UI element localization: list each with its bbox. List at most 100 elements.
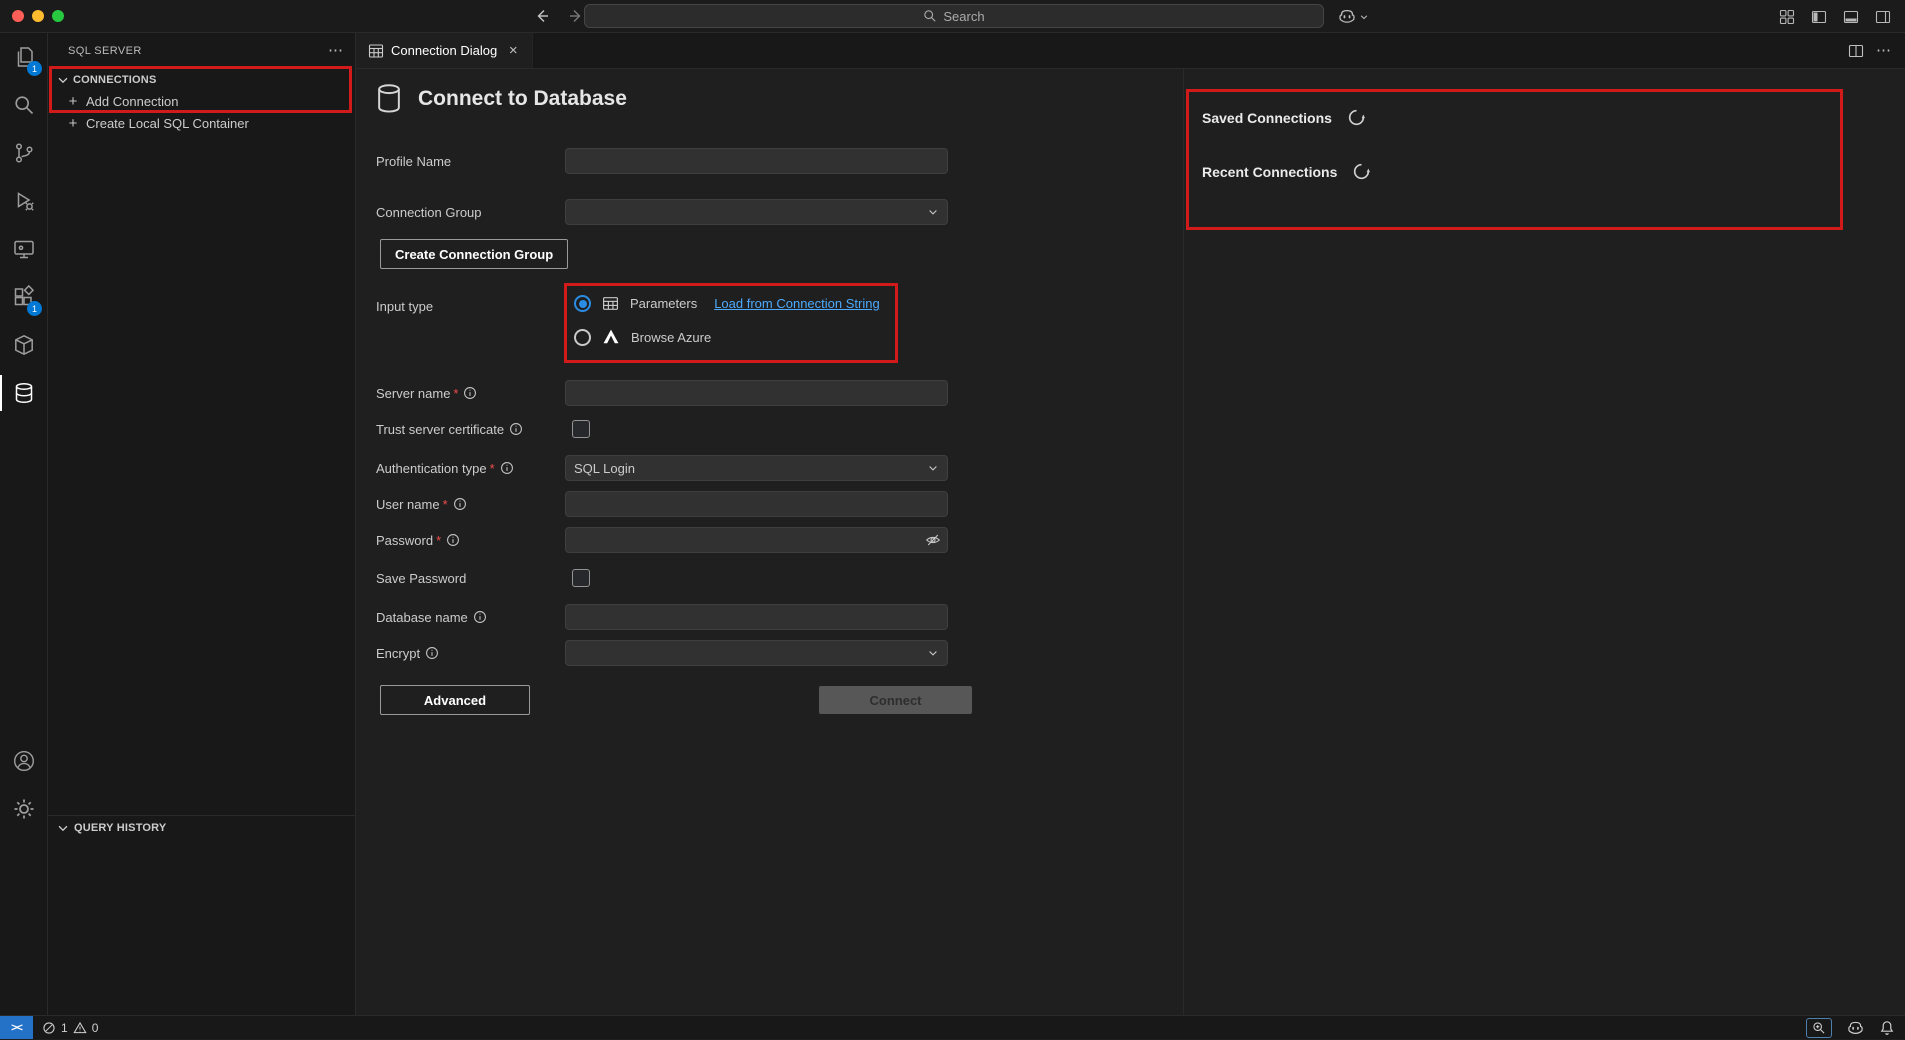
password-input[interactable] xyxy=(565,527,948,553)
connections-section-header[interactable]: CONNECTIONS xyxy=(48,69,355,91)
user-name-input[interactable] xyxy=(565,491,948,517)
copilot-icon[interactable] xyxy=(1847,1020,1864,1037)
chevron-down-icon xyxy=(56,73,70,87)
tab-connection-dialog[interactable]: Connection Dialog × xyxy=(356,33,533,68)
query-history-section-header[interactable]: QUERY HISTORY xyxy=(48,815,355,839)
connect-button[interactable]: Connect xyxy=(819,686,972,714)
search-icon xyxy=(923,9,937,23)
connection-group-label: Connection Group xyxy=(376,205,565,220)
query-history-label: QUERY HISTORY xyxy=(74,822,166,834)
parameters-radio-label: Parameters xyxy=(630,296,697,311)
refresh-icon[interactable] xyxy=(1348,109,1365,126)
authentication-type-label: Authentication type* xyxy=(376,461,565,476)
source-control-icon xyxy=(12,141,36,165)
run-debug-icon xyxy=(12,189,36,213)
info-icon xyxy=(446,533,460,547)
save-password-label: Save Password xyxy=(376,571,565,586)
more-actions-icon[interactable]: ⋯ xyxy=(1876,43,1891,58)
activity-remote-explorer[interactable] xyxy=(0,225,47,273)
toggle-secondary-sidebar-icon[interactable] xyxy=(1871,5,1895,29)
activity-sql-server[interactable] xyxy=(0,369,47,417)
sql-server-sidebar: SQL SERVER ⋯ CONNECTIONS + Add Connectio… xyxy=(48,33,356,1015)
close-icon[interactable]: × xyxy=(504,42,522,60)
customize-layout-icon[interactable] xyxy=(1775,5,1799,29)
account-icon xyxy=(12,749,36,773)
activity-search[interactable] xyxy=(0,81,47,129)
encrypt-select[interactable] xyxy=(565,640,948,666)
maximize-window-button[interactable] xyxy=(52,10,64,22)
chevron-down-icon xyxy=(927,206,939,218)
info-icon xyxy=(509,422,523,436)
add-icon: + xyxy=(66,116,80,131)
command-center-search[interactable]: Search xyxy=(584,4,1324,28)
save-password-checkbox[interactable] xyxy=(572,569,590,587)
close-window-button[interactable] xyxy=(12,10,24,22)
bell-icon[interactable] xyxy=(1879,1020,1895,1036)
chevron-down-icon xyxy=(1359,12,1369,22)
chevron-down-icon xyxy=(927,647,939,659)
sidebar-title: SQL SERVER xyxy=(68,45,328,57)
activity-bar: 1 1 xyxy=(0,33,48,1015)
parameters-table-icon xyxy=(602,295,619,312)
tab-bar: Connection Dialog × ⋯ xyxy=(356,33,1905,69)
info-icon xyxy=(473,610,487,624)
zoom-status-item[interactable] xyxy=(1806,1018,1832,1038)
authentication-type-select[interactable]: SQL Login xyxy=(565,455,948,481)
more-actions-icon[interactable]: ⋯ xyxy=(328,43,343,58)
activity-containers[interactable] xyxy=(0,321,47,369)
server-name-label: Server name* xyxy=(376,386,565,401)
toggle-panel-icon[interactable] xyxy=(1839,5,1863,29)
load-connection-string-link[interactable]: Load from Connection String xyxy=(714,296,879,311)
activity-accounts[interactable] xyxy=(0,737,47,785)
toggle-primary-sidebar-icon[interactable] xyxy=(1807,5,1831,29)
refresh-icon[interactable] xyxy=(1353,163,1370,180)
browse-azure-radio[interactable] xyxy=(574,329,591,346)
copilot-icon xyxy=(1338,8,1356,26)
activity-run-debug[interactable] xyxy=(0,177,47,225)
recent-connections-title: Recent Connections xyxy=(1202,164,1337,180)
sidebar-item-create-local-sql-container[interactable]: + Create Local SQL Container xyxy=(48,112,355,134)
authentication-type-value: SQL Login xyxy=(574,461,635,476)
database-icon xyxy=(12,381,36,405)
input-type-label: Input type xyxy=(376,299,565,314)
activity-extensions[interactable]: 1 xyxy=(0,273,47,321)
status-bar: >< 1 0 xyxy=(0,1015,1905,1039)
database-name-input[interactable] xyxy=(565,604,948,630)
sidebar-item-label: Add Connection xyxy=(86,94,179,109)
title-bar: Search xyxy=(0,0,1905,33)
activity-settings[interactable] xyxy=(0,785,47,833)
editor-area: Connection Dialog × ⋯ Connect to Databas… xyxy=(356,33,1905,1015)
remote-explorer-icon xyxy=(12,237,36,261)
trust-server-certificate-checkbox[interactable] xyxy=(572,420,590,438)
connection-group-select[interactable] xyxy=(565,199,948,225)
back-icon[interactable] xyxy=(530,4,554,28)
parameters-radio[interactable] xyxy=(574,295,591,312)
gear-icon xyxy=(12,797,36,821)
explorer-badge: 1 xyxy=(27,61,42,76)
copilot-menu[interactable] xyxy=(1338,5,1369,29)
activity-source-control[interactable] xyxy=(0,129,47,177)
profile-name-input[interactable] xyxy=(565,148,948,174)
problems-status[interactable]: 1 0 xyxy=(42,1021,98,1035)
window-controls xyxy=(12,10,64,22)
panel-divider xyxy=(1183,69,1184,1015)
server-name-input[interactable] xyxy=(565,380,948,406)
split-editor-icon[interactable] xyxy=(1848,43,1864,59)
azure-icon xyxy=(602,328,620,346)
info-icon xyxy=(453,497,467,511)
remote-indicator[interactable]: >< xyxy=(0,1016,33,1039)
minimize-window-button[interactable] xyxy=(32,10,44,22)
eye-off-icon[interactable] xyxy=(925,532,941,548)
database-icon xyxy=(374,83,404,115)
error-icon xyxy=(42,1021,56,1035)
create-connection-group-button[interactable]: Create Connection Group xyxy=(380,239,568,269)
warning-icon xyxy=(73,1021,87,1035)
chevron-down-icon xyxy=(56,821,70,835)
sidebar-item-add-connection[interactable]: + Add Connection xyxy=(48,90,355,112)
info-icon xyxy=(463,386,477,400)
add-icon: + xyxy=(66,94,80,109)
sidebar-item-label: Create Local SQL Container xyxy=(86,116,249,131)
activity-explorer[interactable]: 1 xyxy=(0,33,47,81)
connection-dialog-icon xyxy=(368,43,384,59)
advanced-button[interactable]: Advanced xyxy=(380,685,530,715)
